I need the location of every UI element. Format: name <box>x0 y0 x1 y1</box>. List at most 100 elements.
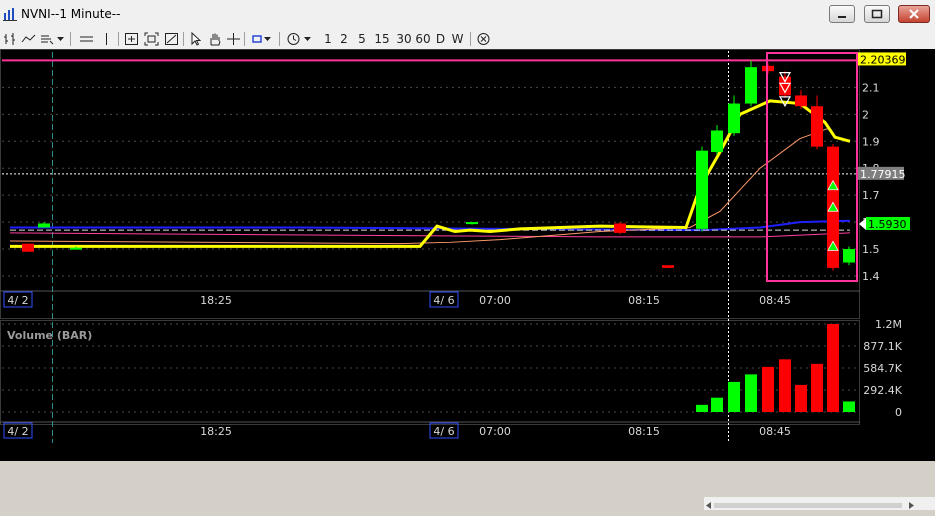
minimize-icon <box>838 16 846 18</box>
maximize-button[interactable] <box>864 5 890 23</box>
clock-interval-icon[interactable] <box>286 32 301 46</box>
price-tick-label: 1.5 <box>862 243 880 256</box>
volume-bar <box>728 381 740 412</box>
toolbar-separator <box>279 32 280 46</box>
time-tick-label: 18:25 <box>200 294 232 307</box>
time-tick-label: 4/ 2 <box>7 294 28 307</box>
interval-daily-button[interactable]: D <box>434 31 447 47</box>
candle-body <box>696 150 708 229</box>
toolbar-separator <box>470 32 471 46</box>
horizontal-line-icon[interactable] <box>79 32 94 46</box>
chart-area[interactable]: 2.121.91.81.71.61.51.4 1.2M877.1K584.7K2… <box>0 49 935 510</box>
volume-y-axis: 1.2M 877.1K 584.7K 292.4K 0 <box>863 318 902 419</box>
time-tick-label: 07:00 <box>479 425 511 438</box>
time-tick-label: 4/ 2 <box>7 425 28 438</box>
candle-body <box>711 130 723 153</box>
candle-body <box>466 222 478 225</box>
price-tick-label: 1.7 <box>862 189 880 202</box>
interval-15-button[interactable]: 15 <box>373 31 391 47</box>
price-tick-label: 2.1 <box>862 81 880 94</box>
candle-body <box>38 223 50 228</box>
crosshair-icon[interactable] <box>226 32 241 46</box>
last-price-label: 1.5930 <box>868 218 907 231</box>
chart-toolbar: 1 2 5 15 30 60 D W <box>0 30 935 50</box>
toolbar-separator <box>70 32 71 46</box>
volume-tick-label: 584.7K <box>863 362 902 375</box>
candle-body <box>843 249 855 263</box>
chart-canvas[interactable]: 2.121.91.81.71.61.51.4 1.2M877.1K584.7K2… <box>0 49 935 461</box>
volume-bar <box>762 366 774 412</box>
volume-bar <box>811 363 823 412</box>
volume-tick-label: 0 <box>895 406 902 419</box>
volume-bar <box>696 404 708 412</box>
scroll-right-icon[interactable] <box>909 502 914 509</box>
study-icon[interactable] <box>40 32 55 46</box>
interval-30-button[interactable]: 30 <box>395 31 413 47</box>
volume-bar <box>843 401 855 412</box>
close-icon <box>909 9 919 19</box>
maximize-icon <box>871 9 883 19</box>
interval-5-button[interactable]: 5 <box>356 31 368 47</box>
high-price-label: 2.20369 <box>860 53 906 66</box>
zoom-out-icon[interactable] <box>164 32 179 46</box>
crosshair-price-label: 1.77915 <box>860 168 906 181</box>
price-y-axis: 2.121.91.81.71.61.51.4 <box>862 81 880 283</box>
time-tick-label: 08:15 <box>628 294 660 307</box>
volume-tick-label: 292.4K <box>863 384 902 397</box>
volume-bar <box>827 324 839 412</box>
volume-bars <box>696 324 855 412</box>
interval-weekly-button[interactable]: W <box>450 31 465 47</box>
time-axis: 4/ 2 18:25 4/ 6 07:00 08:15 08:45 4/ 2 18:25 4/ … <box>3 291 791 439</box>
candlesticks <box>22 60 855 271</box>
volume-bar <box>779 359 791 412</box>
volume-bar <box>745 374 757 412</box>
interval-2-button[interactable]: 2 <box>338 31 350 47</box>
price-tick-label: 2 <box>862 108 869 121</box>
ma-blue-line <box>10 219 851 232</box>
volume-tick-label: 877.1K <box>863 340 902 353</box>
time-tick-label: 08:15 <box>628 425 660 438</box>
toolbar-separator <box>244 32 245 46</box>
zoom-in-icon[interactable] <box>124 32 139 46</box>
minimize-button[interactable] <box>829 5 855 23</box>
time-tick-label: 08:45 <box>759 294 791 307</box>
chevron-down-icon[interactable] <box>303 32 312 46</box>
candle-body <box>811 106 823 147</box>
time-tick-label: 07:00 <box>479 294 511 307</box>
chevron-down-icon[interactable] <box>263 32 272 46</box>
horizontal-scrollbar[interactable] <box>704 497 935 510</box>
time-tick-label: 4/ 6 <box>433 425 454 438</box>
candle-body <box>22 243 34 252</box>
zoom-fit-icon[interactable] <box>144 32 159 46</box>
interval-60-button[interactable]: 60 <box>414 31 432 47</box>
scrollbar-track <box>706 502 914 509</box>
price-panel-frame <box>0 49 860 319</box>
candle-body <box>745 67 757 104</box>
toolbar-separator <box>118 32 119 46</box>
scroll-left-icon[interactable] <box>706 502 711 509</box>
cancel-icon[interactable] <box>476 32 491 46</box>
bar-style-icon[interactable] <box>3 32 18 46</box>
hand-pan-icon[interactable] <box>207 32 222 46</box>
time-tick-label: 08:45 <box>759 425 791 438</box>
chart-app-icon <box>3 8 17 21</box>
candle-body <box>662 265 674 268</box>
candle-body <box>614 223 626 233</box>
toolbar-separator <box>183 32 184 46</box>
vertical-line-icon[interactable] <box>99 32 114 46</box>
line-style-icon[interactable] <box>21 32 36 46</box>
volume-bar <box>795 384 807 412</box>
title-bar: NVNI--1 Minute-- <box>0 0 935 31</box>
price-tick-label: 1.4 <box>862 270 880 283</box>
window-title: NVNI--1 Minute-- <box>21 7 121 21</box>
candle-body <box>70 247 82 250</box>
interval-1-button[interactable]: 1 <box>322 31 334 47</box>
price-gridlines <box>2 59 858 277</box>
price-tick-label: 1.9 <box>862 135 880 148</box>
close-button[interactable] <box>898 5 930 23</box>
candle-body <box>728 103 740 134</box>
time-tick-label: 18:25 <box>200 425 232 438</box>
chevron-down-icon[interactable] <box>56 32 65 46</box>
volume-panel-label: Volume (BAR) <box>7 329 92 342</box>
pointer-icon[interactable] <box>188 32 203 46</box>
